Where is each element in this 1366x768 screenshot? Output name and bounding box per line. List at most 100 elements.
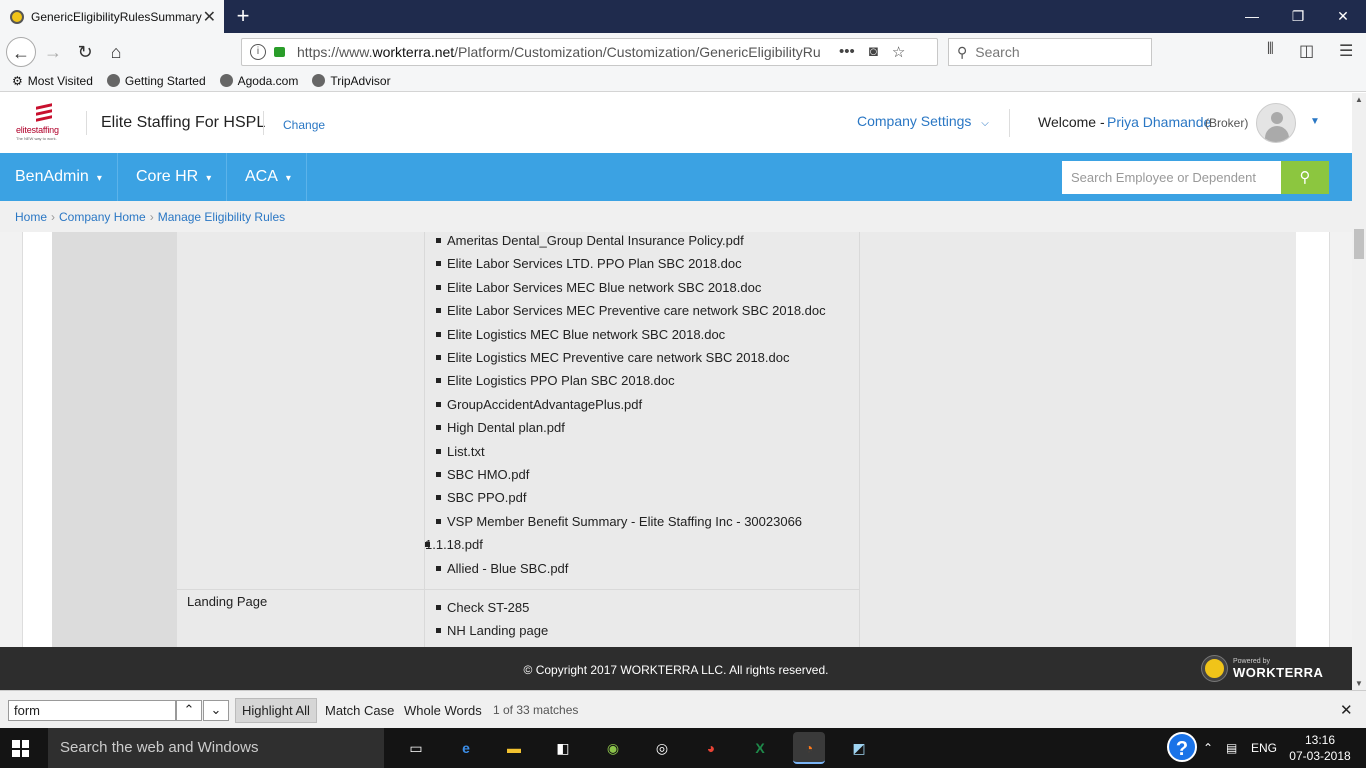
powered-by-label: Powered by [1233, 658, 1270, 665]
chevron-down-icon: ▾ [96, 173, 102, 184]
minimize-icon[interactable]: — [1229, 0, 1275, 33]
match-count: 1 of 33 matches [493, 703, 579, 717]
page-actions-icon[interactable]: ••• [839, 43, 855, 61]
employee-search-button[interactable]: ⚲ [1281, 161, 1329, 194]
scrollbar-thumb[interactable] [1354, 229, 1364, 259]
taskbar-search-box[interactable]: Search the web and Windows [48, 728, 384, 768]
help-icon[interactable]: ? [1167, 732, 1197, 762]
file-explorer-icon[interactable]: ▬ [498, 732, 530, 764]
scroll-down-icon[interactable]: ▼ [1355, 679, 1363, 688]
firefox-icon[interactable]: ◔ [793, 732, 825, 764]
list-item: Elite Logistics PPO Plan SBC 2018.doc [436, 369, 856, 392]
list-item-continuation: 1.1.18.pdf [425, 533, 856, 556]
close-find-bar-icon[interactable]: ✕ [1340, 701, 1353, 719]
excel-icon[interactable]: X [744, 732, 776, 764]
company-settings-label: Company Settings [857, 113, 972, 129]
list-item: GroupAccidentAdvantagePlus.pdf [436, 393, 856, 416]
reload-icon[interactable]: ↻ [70, 37, 100, 67]
hamburger-menu-icon[interactable]: ☰ [1339, 41, 1353, 61]
task-view-icon[interactable]: ▭ [400, 732, 432, 764]
document-list: Ameritas Dental_Group Dental Insurance P… [425, 232, 856, 580]
restore-icon[interactable]: ❐ [1275, 0, 1321, 33]
forward-arrow-icon[interactable]: → [38, 37, 68, 67]
breadcrumb: Home › Company Home › Manage Eligibility Rul… [0, 201, 1352, 232]
language-indicator[interactable]: ENG [1251, 728, 1277, 768]
logo-text: elitestaffing [16, 125, 59, 135]
new-tab-button[interactable]: + [230, 2, 256, 30]
chevron-down-icon: ⌵ [981, 118, 989, 129]
notepad-icon[interactable]: ◩ [843, 732, 875, 764]
chevron-down-icon: ▾ [206, 173, 212, 184]
browser-tab[interactable]: GenericEligibilityRulesSummary ✕ [0, 0, 224, 33]
edge-icon[interactable]: e [450, 732, 482, 764]
chrome-icon[interactable]: ◕ [695, 732, 727, 764]
logo-tagline: The NEW way to work. [16, 136, 57, 141]
find-next-icon[interactable]: ⌄ [203, 700, 229, 721]
main-menu: BenAdmin ▾ Core HR ▾ ACA ▾ Search Employee … [0, 153, 1352, 201]
find-bar: form ⌃ ⌄ Highlight All Match Case Whole … [0, 690, 1366, 728]
url-domain: workterra.net [372, 44, 455, 60]
find-previous-icon[interactable]: ⌃ [176, 700, 202, 721]
chevron-up-icon[interactable]: ⌃ [1203, 728, 1213, 768]
windows-start-icon[interactable] [12, 740, 29, 757]
list-item: SBC PPO.pdf [436, 486, 856, 509]
menu-label: BenAdmin [15, 168, 89, 185]
scroll-up-icon[interactable]: ▲ [1355, 95, 1363, 104]
left-column [52, 232, 177, 647]
close-tab-icon[interactable]: ✕ [203, 7, 216, 27]
workterra-logo-icon [1202, 656, 1227, 681]
url-path: /Platform/Customization/Customization/Ge… [454, 44, 821, 60]
store-icon[interactable]: ◧ [547, 732, 579, 764]
bookmark-agoda[interactable]: Agoda.com [219, 74, 298, 88]
documents-label-cell [177, 232, 425, 590]
bookmark-most-visited[interactable]: ⚙ Most Visited [12, 74, 93, 88]
notifications-icon[interactable]: ▤ [1226, 728, 1237, 768]
find-input[interactable]: form [8, 700, 176, 721]
avatar[interactable] [1256, 103, 1296, 143]
bookmark-getting-started[interactable]: Getting Started [106, 74, 206, 88]
bookmarks-toolbar: ⚙ Most Visited Getting Started Agoda.com … [0, 70, 1366, 92]
address-bar[interactable]: i https://www.workterra.net/Platform/Cus… [241, 38, 938, 66]
evernote-icon[interactable]: ◉ [597, 732, 629, 764]
tab-title: GenericEligibilityRulesSummary [31, 9, 202, 24]
breadcrumb-manage-eligibility-rules[interactable]: Manage Eligibility Rules [158, 210, 285, 224]
employee-search-input[interactable]: Search Employee or Dependent [1062, 161, 1281, 194]
sidebar-icon[interactable]: ◫ [1299, 41, 1314, 61]
list-item: VSP Member Benefit Summary - Elite Staff… [436, 510, 856, 533]
whole-words-toggle[interactable]: Whole Words [404, 703, 482, 718]
tripadvisor-app-icon[interactable]: ◎ [646, 732, 678, 764]
match-case-toggle[interactable]: Match Case [325, 703, 394, 718]
user-name-link[interactable]: Priya Dhamande [1107, 114, 1211, 130]
menu-core-hr[interactable]: Core HR ▾ [121, 153, 228, 201]
site-info-icon[interactable]: i [250, 44, 266, 60]
library-icon[interactable]: ⫴ [1267, 41, 1274, 59]
list-item: Elite Logistics MEC Preventive care netw… [436, 346, 856, 369]
list-item: Elite Labor Services MEC Blue network SB… [436, 276, 856, 299]
caret-down-icon[interactable]: ▼ [1310, 116, 1320, 127]
home-icon[interactable]: ⌂ [101, 37, 131, 67]
chevron-down-icon: ▾ [285, 173, 291, 184]
company-settings-dropdown[interactable]: Company Settings ⌵ [857, 113, 989, 129]
url-text[interactable]: https://www.workterra.net/Platform/Custo… [297, 44, 827, 60]
change-company-link[interactable]: Change [283, 118, 325, 132]
elite-staffing-logo[interactable]: elitestaffing The NEW way to work. [16, 103, 72, 141]
pocket-icon[interactable]: ◙ [869, 43, 878, 61]
list-item: List.txt [436, 440, 856, 463]
menu-aca[interactable]: ACA ▾ [230, 153, 307, 201]
search-placeholder: Search [975, 44, 1020, 60]
list-item: NH Landing page [436, 619, 548, 642]
back-arrow-icon[interactable]: ← [6, 37, 36, 67]
system-clock[interactable]: 13:16 07-03-2018 [1285, 732, 1355, 764]
page-content: Ameritas Dental_Group Dental Insurance P… [0, 232, 1352, 647]
browser-search-box[interactable]: ⚲ Search [948, 38, 1152, 66]
bookmark-star-icon[interactable]: ☆ [892, 43, 905, 61]
globe-icon [312, 74, 326, 87]
close-window-icon[interactable]: ✕ [1320, 0, 1366, 33]
highlight-all-toggle[interactable]: Highlight All [235, 698, 317, 723]
breadcrumb-home[interactable]: Home [15, 210, 47, 224]
brand-label: WORKTERRA [1233, 665, 1324, 680]
menu-benadmin[interactable]: BenAdmin ▾ [0, 153, 118, 201]
breadcrumb-company-home[interactable]: Company Home [59, 210, 146, 224]
bookmark-tripadvisor[interactable]: TripAdvisor [312, 74, 391, 88]
page-scrollbar[interactable]: ▲ ▼ [1352, 93, 1366, 690]
